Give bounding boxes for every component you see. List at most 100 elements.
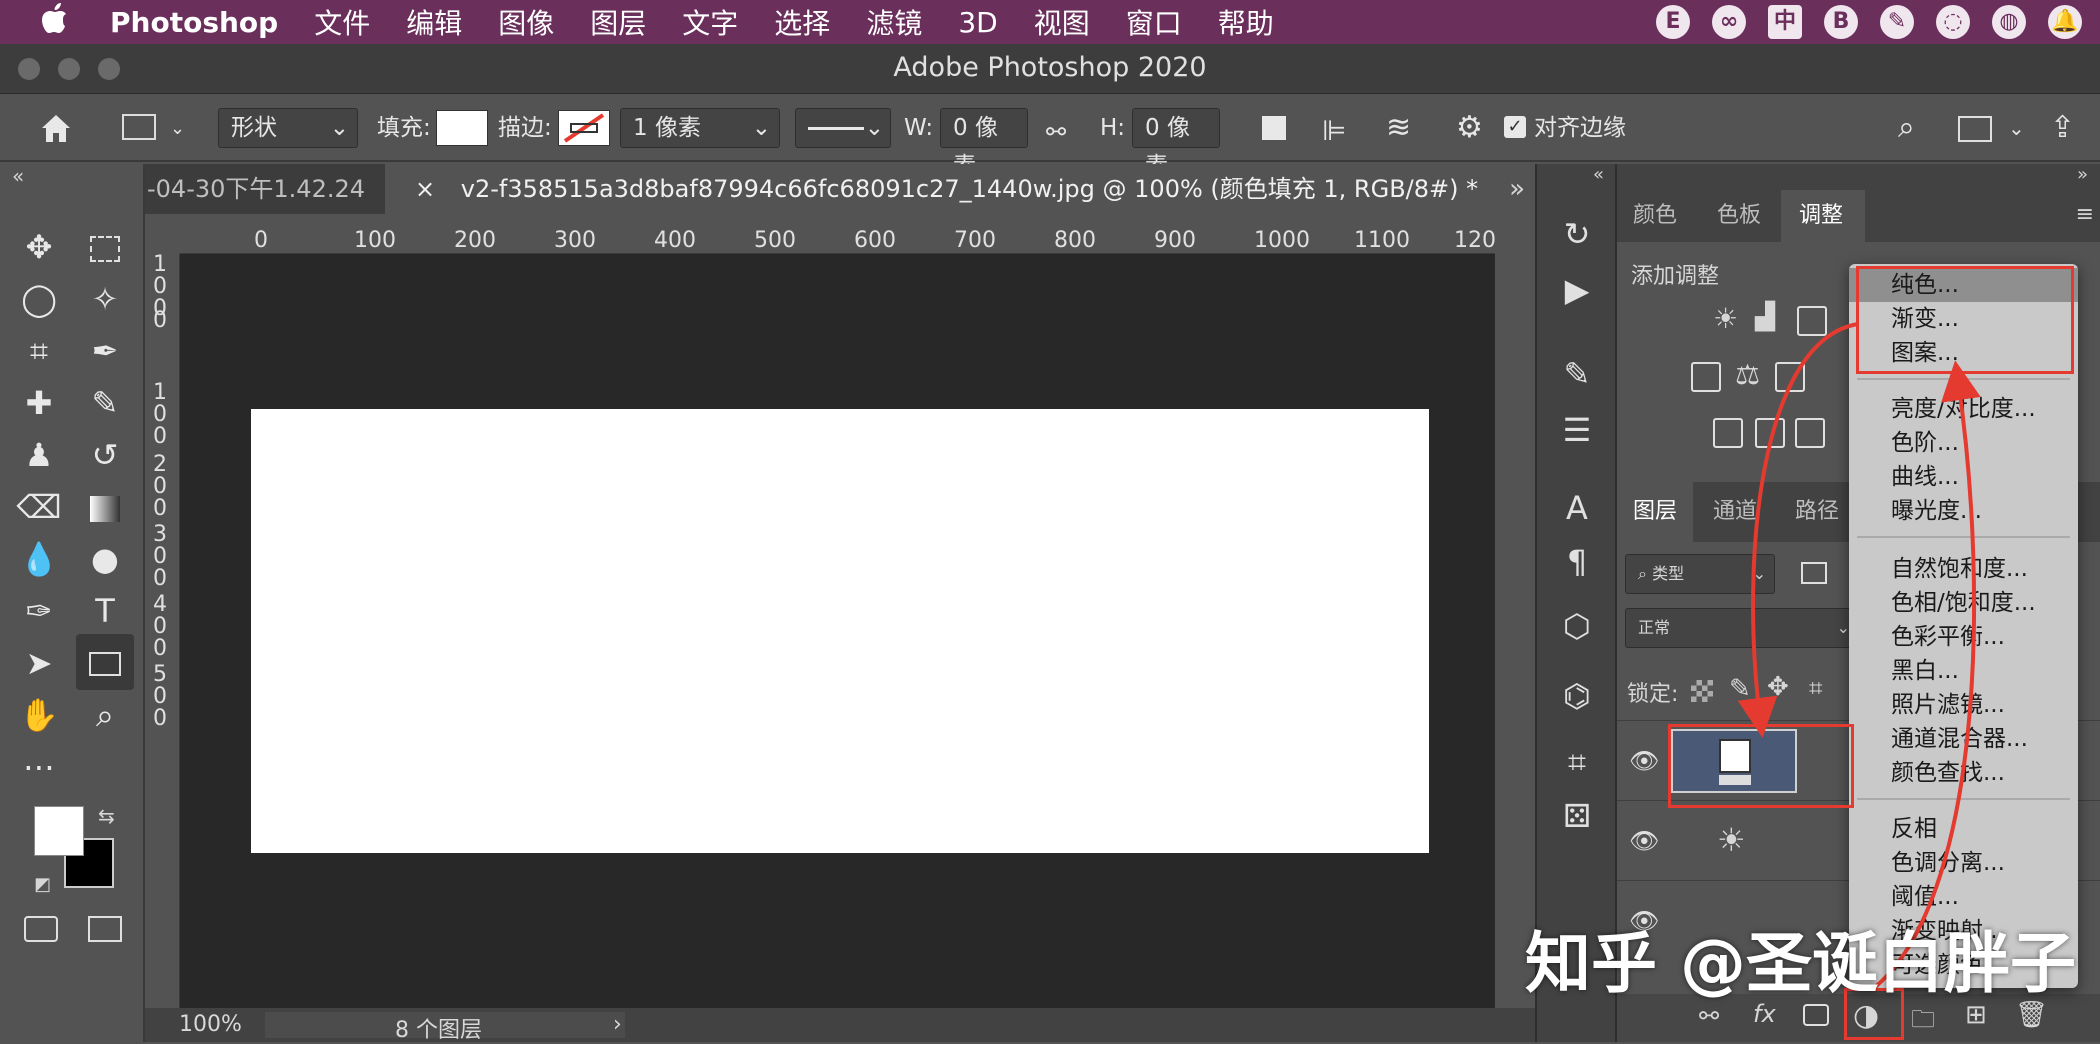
history-panel-icon[interactable]: ↻ [1553, 210, 1601, 258]
healing-brush-tool-icon[interactable]: ✚ [16, 380, 62, 426]
path-arrangement-icon[interactable]: ≋ [1386, 110, 1411, 145]
eraser-tool-icon[interactable]: ⌫ [16, 484, 62, 530]
tab-overflow-icon[interactable]: » [1509, 164, 1525, 214]
crop-panel-icon[interactable]: ⌗ [1553, 738, 1601, 786]
swap-colors-icon[interactable]: ⇆ [98, 804, 115, 828]
default-colors-icon[interactable]: ◩ [34, 874, 51, 895]
menu-filter[interactable]: 滤镜 [866, 2, 922, 42]
menu-item-channel-mixer[interactable]: 通道混合器... [1849, 722, 2078, 756]
paragraph-panel-icon[interactable]: ¶ [1553, 538, 1601, 586]
panel-menu-icon[interactable]: ≡ [2076, 202, 2094, 227]
zoom-tool-icon[interactable]: ⌕ [82, 692, 128, 738]
document-tab-active[interactable]: × v2-f358515a3d8baf87994c66fc68091c27_14… [385, 164, 1535, 214]
menu-item-threshold[interactable]: 阈值... [1849, 880, 2078, 914]
move-tool-icon[interactable]: ✥ [16, 224, 62, 270]
path-selection-tool-icon[interactable]: ➤ [16, 640, 62, 686]
wechat-icon[interactable]: ◍ [1992, 5, 2026, 39]
eyedropper-tool-icon[interactable]: ✒ [82, 328, 128, 374]
menu-item-brightness-contrast[interactable]: 亮度/对比度... [1849, 392, 2078, 426]
link-icon[interactable]: ⚯ [1046, 118, 1066, 146]
lock-image-icon[interactable]: ✎ [1729, 674, 1751, 704]
evernote-icon[interactable]: E [1656, 5, 1690, 39]
share-icon[interactable]: ⇪ [2050, 110, 2075, 145]
menu-item-color-lookup[interactable]: 颜色查找... [1849, 756, 2078, 790]
align-edges-checkbox[interactable]: ✓ [1504, 116, 1526, 138]
black-white-adjust-icon[interactable] [1775, 362, 1805, 392]
dodge-tool-icon[interactable]: ● [82, 536, 128, 582]
libraries-panel-icon[interactable]: ⚄ [1553, 792, 1601, 840]
tab-color[interactable]: 颜色 [1633, 190, 1693, 242]
document-canvas[interactable] [251, 409, 1429, 853]
menu-select[interactable]: 选择 [774, 2, 830, 42]
tab-layers[interactable]: 图层 [1617, 482, 1693, 542]
clone-stamp-tool-icon[interactable]: ♟ [16, 432, 62, 478]
pen-icon[interactable]: ✎ [1880, 5, 1914, 39]
shape-preset-icon[interactable] [122, 114, 156, 140]
menu-item-exposure[interactable]: 曝光度... [1849, 494, 2078, 528]
menu-item-hue-saturation[interactable]: 色相/饱和度... [1849, 586, 2078, 620]
menu-item-color-balance[interactable]: 色彩平衡... [1849, 620, 2078, 654]
collapse-icon[interactable]: « [1593, 164, 1604, 185]
tab-adjustments[interactable]: 调整 [1781, 190, 1865, 242]
workspace-icon[interactable] [1958, 116, 1992, 142]
menu-item-vibrance[interactable]: 自然饱和度... [1849, 552, 2078, 586]
lock-artboard-icon[interactable]: ⌗ [1809, 674, 1823, 702]
add-mask-icon[interactable] [1803, 1004, 1829, 1026]
gear-icon[interactable]: ⚙ [1456, 110, 1483, 145]
brush-tool-icon[interactable]: ✎ [82, 380, 128, 426]
menu-item-levels[interactable]: 色阶... [1849, 426, 2078, 460]
lock-transparency-icon[interactable] [1691, 680, 1713, 702]
magic-wand-tool-icon[interactable]: ✧ [82, 276, 128, 322]
height-input[interactable]: 0 像素 [1132, 108, 1220, 179]
hand-tool-icon[interactable]: ✋ [16, 692, 62, 738]
character-panel-icon[interactable]: A [1553, 484, 1601, 532]
color-balance-adjust-icon[interactable]: ⚖ [1735, 358, 1760, 391]
menu-3d[interactable]: 3D [958, 6, 997, 39]
rectangle-tool-icon[interactable] [76, 634, 134, 690]
brightness-adjust-icon[interactable]: ☀ [1713, 302, 1738, 335]
gradient-tool-icon[interactable] [82, 484, 128, 530]
pen-tool-icon[interactable]: ✑ [16, 588, 62, 634]
quick-mask-icon[interactable] [24, 916, 58, 942]
status-more-icon[interactable]: › [613, 1012, 622, 1037]
menu-image[interactable]: 图像 [498, 2, 554, 42]
stroke-type-select[interactable]: ⌄ [795, 108, 891, 148]
actions-panel-icon[interactable]: ▶ [1553, 266, 1601, 314]
invert-adjust-icon[interactable] [1713, 418, 1743, 448]
link-layers-icon[interactable]: ⚯ [1699, 1002, 1719, 1030]
width-input[interactable]: 0 像素 [940, 108, 1028, 179]
lasso-tool-icon[interactable]: ◯ [16, 276, 62, 322]
tab-channels[interactable]: 通道 [1713, 482, 1773, 542]
blur-tool-icon[interactable]: 💧 [16, 536, 62, 582]
chevron-down-icon[interactable]: ⌄ [2008, 116, 2025, 140]
lock-position-icon[interactable]: ✥ [1767, 672, 1789, 702]
home-icon[interactable] [36, 108, 76, 148]
menu-layer[interactable]: 图层 [590, 2, 646, 42]
menu-item-photo-filter[interactable]: 照片滤镜... [1849, 688, 2078, 722]
curves-adjust-icon[interactable] [1797, 306, 1827, 336]
foreground-color-swatch-front[interactable] [34, 806, 84, 856]
tab-close-icon[interactable]: × [415, 175, 435, 203]
menu-file[interactable]: 文件 [314, 2, 370, 42]
blend-mode-select[interactable]: 正常 ⌄ [1625, 608, 1859, 648]
path-alignment-icon[interactable]: ⊫ [1322, 114, 1346, 147]
search-icon[interactable]: ⌕ [1898, 110, 1915, 145]
menu-item-invert[interactable]: 反相 [1849, 812, 2078, 846]
collapse-icon[interactable]: « [12, 164, 24, 188]
fill-swatch[interactable] [436, 110, 488, 146]
properties-panel-icon[interactable]: ☰ [1553, 406, 1601, 454]
menu-item-curves[interactable]: 曲线... [1849, 460, 2078, 494]
menu-item-posterize[interactable]: 色调分离... [1849, 846, 2078, 880]
stroke-swatch[interactable] [558, 110, 610, 146]
collapse-icon[interactable]: » [2077, 164, 2088, 185]
document-tab-inactive[interactable]: -04-30下午1.42.24 [145, 164, 385, 214]
menu-view[interactable]: 视图 [1034, 2, 1090, 42]
visibility-eye-icon[interactable]: 👁 [1629, 747, 1659, 775]
zoom-level[interactable]: 100% [179, 1012, 242, 1037]
gradient-map-adjust-icon[interactable] [1795, 418, 1825, 448]
levels-adjust-icon[interactable]: ▟ [1755, 302, 1775, 332]
menu-window[interactable]: 窗口 [1126, 2, 1182, 42]
app-name-menu[interactable]: Photoshop [110, 6, 278, 39]
apple-icon[interactable] [40, 2, 80, 42]
posterize-adjust-icon[interactable] [1755, 418, 1785, 448]
